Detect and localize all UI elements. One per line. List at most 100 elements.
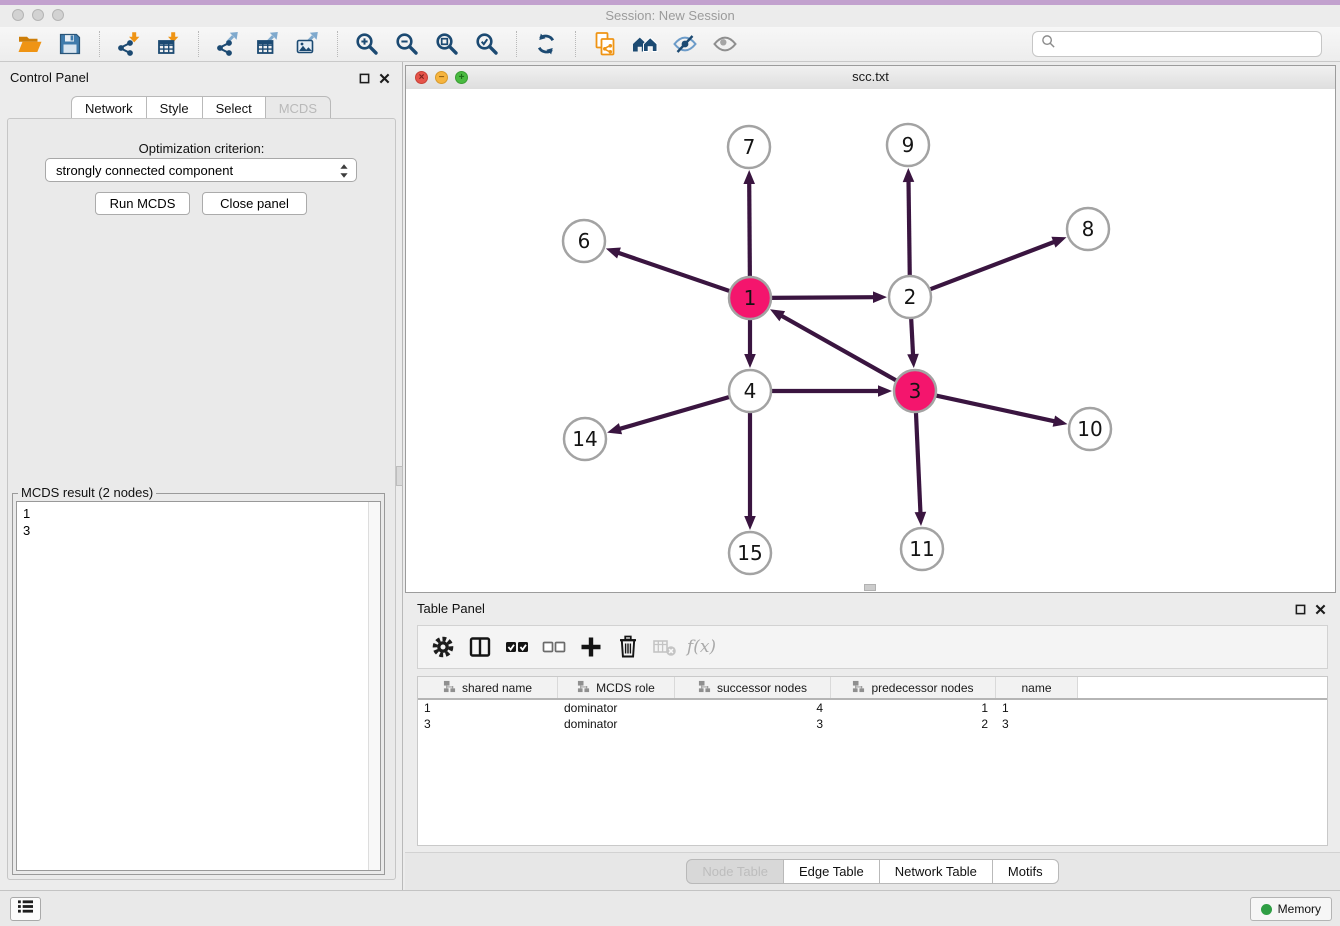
memory-button[interactable]: Memory — [1250, 897, 1332, 921]
float-table-panel-icon[interactable] — [1295, 602, 1306, 620]
table-cell[interactable]: 4 — [675, 700, 831, 716]
network-canvas[interactable]: 7 9 6 8 1 2 4 3 14 10 15 11 — [406, 89, 1335, 592]
tab-network-table[interactable]: Network Table — [880, 859, 993, 884]
mcds-result-text[interactable]: 13 — [16, 501, 381, 871]
column-header-predecessor-nodes[interactable]: predecessor nodes — [831, 677, 996, 698]
graph-node-14[interactable]: 14 — [564, 418, 606, 460]
svg-text:6: 6 — [578, 229, 591, 253]
zoom-selected-icon[interactable] — [472, 30, 502, 58]
select-all-icon[interactable] — [498, 631, 535, 663]
svg-text:4: 4 — [744, 379, 757, 403]
optimization-criterion-label: Optimization criterion: — [8, 141, 395, 156]
close-table-panel-icon[interactable] — [1315, 602, 1326, 620]
deselect-all-icon[interactable] — [535, 631, 572, 663]
column-header-mcds-role[interactable]: MCDS role — [558, 677, 675, 698]
criterion-dropdown[interactable]: strongly connected component — [45, 158, 357, 182]
toolbar-separator — [99, 31, 100, 57]
svg-text:11: 11 — [909, 537, 934, 561]
table-cell[interactable]: dominator — [558, 700, 675, 716]
search-box[interactable] — [1032, 31, 1322, 57]
application-window: Session: New Session Control Panel Netwo… — [0, 0, 1340, 926]
minimize-window-button[interactable] — [32, 9, 44, 21]
table-cell[interactable]: dominator — [558, 716, 675, 732]
add-column-icon[interactable] — [572, 631, 609, 663]
svg-text:10: 10 — [1077, 417, 1102, 441]
table-cell[interactable]: 3 — [675, 716, 831, 732]
column-header-name[interactable]: name — [996, 677, 1078, 698]
export-network-icon[interactable] — [213, 30, 243, 58]
table-cell[interactable]: 1 — [996, 700, 1078, 716]
show-all-icon[interactable] — [710, 30, 740, 58]
graph-node-15[interactable]: 15 — [729, 532, 771, 574]
refresh-layout-icon[interactable] — [531, 30, 561, 58]
hide-selected-icon[interactable] — [670, 30, 700, 58]
svg-text:1: 1 — [744, 286, 757, 310]
network-window-controls: × − + — [415, 71, 468, 84]
table-cell[interactable]: 1 — [831, 700, 996, 716]
svg-text:14: 14 — [572, 427, 597, 451]
svg-text:2: 2 — [904, 285, 917, 309]
table-row[interactable]: 1dominator411 — [418, 700, 1327, 716]
window-controls — [12, 9, 64, 21]
graph-node-3[interactable]: 3 — [894, 370, 936, 412]
delete-columns-icon[interactable] — [609, 631, 646, 663]
import-network-icon[interactable] — [114, 30, 144, 58]
tab-motifs[interactable]: Motifs — [993, 859, 1059, 884]
graph-node-8[interactable]: 8 — [1067, 208, 1109, 250]
graph-node-6[interactable]: 6 — [563, 220, 605, 262]
zoom-network-icon[interactable]: + — [455, 71, 468, 84]
zoom-in-icon[interactable] — [352, 30, 382, 58]
save-session-icon[interactable] — [55, 30, 85, 58]
panel-splitter-handle[interactable] — [396, 466, 403, 486]
svg-text:9: 9 — [902, 133, 915, 157]
canvas-scrollbar-thumb[interactable] — [864, 584, 876, 591]
column-header-label: shared name — [462, 681, 532, 695]
network-window-titlebar[interactable]: × − + scc.txt — [406, 66, 1335, 90]
table-cell[interactable]: 1 — [418, 700, 558, 716]
show-columns-icon[interactable] — [461, 631, 498, 663]
home-networks-icon[interactable] — [630, 30, 660, 58]
clone-network-icon[interactable] — [590, 30, 620, 58]
close-window-button[interactable] — [12, 9, 24, 21]
table-panel-title: Table Panel — [417, 601, 485, 616]
graph-node-10[interactable]: 10 — [1069, 408, 1111, 450]
column-sort-icon — [852, 680, 865, 696]
graph-node-1[interactable]: 1 — [729, 277, 771, 319]
delete-table-icon — [646, 631, 683, 663]
criterion-value: strongly connected component — [56, 163, 233, 178]
column-header-successor-nodes[interactable]: successor nodes — [675, 677, 831, 698]
tab-node-table[interactable]: Node Table — [686, 859, 784, 884]
graph-node-4[interactable]: 4 — [729, 370, 771, 412]
column-header-shared-name[interactable]: shared name — [418, 677, 558, 698]
run-mcds-button[interactable]: Run MCDS — [95, 192, 190, 215]
graph-node-9[interactable]: 9 — [887, 124, 929, 166]
result-scrollbar[interactable] — [368, 502, 380, 870]
network-view-window: × − + scc.txt 7 9 6 8 1 2 4 3 14 10 15 11 — [405, 65, 1336, 593]
search-input[interactable] — [1061, 36, 1313, 52]
graph-node-11[interactable]: 11 — [901, 528, 943, 570]
table-row[interactable]: 3dominator323 — [418, 716, 1327, 732]
zoom-window-button[interactable] — [52, 9, 64, 21]
close-panel-button[interactable]: Close panel — [202, 192, 307, 215]
graph-node-7[interactable]: 7 — [728, 126, 770, 168]
search-icon — [1041, 34, 1056, 54]
table-cell[interactable]: 2 — [831, 716, 996, 732]
minimize-network-icon[interactable]: − — [435, 71, 448, 84]
close-panel-icon[interactable] — [379, 71, 390, 89]
open-session-icon[interactable] — [15, 30, 45, 58]
table-cell[interactable]: 3 — [996, 716, 1078, 732]
graph-node-2[interactable]: 2 — [889, 276, 931, 318]
table-settings-icon[interactable] — [424, 631, 461, 663]
task-history-button[interactable] — [10, 897, 41, 921]
close-network-icon[interactable]: × — [415, 71, 428, 84]
zoom-fit-icon[interactable] — [432, 30, 462, 58]
tab-edge-table[interactable]: Edge Table — [784, 859, 880, 884]
zoom-out-icon[interactable] — [392, 30, 422, 58]
export-image-icon[interactable] — [293, 30, 323, 58]
float-panel-icon[interactable] — [359, 71, 370, 89]
network-graph[interactable]: 7 9 6 8 1 2 4 3 14 10 15 11 — [406, 89, 1335, 592]
import-table-icon[interactable] — [154, 30, 184, 58]
session-title: Session: New Session — [0, 5, 1340, 27]
export-table-icon[interactable] — [253, 30, 283, 58]
table-cell[interactable]: 3 — [418, 716, 558, 732]
